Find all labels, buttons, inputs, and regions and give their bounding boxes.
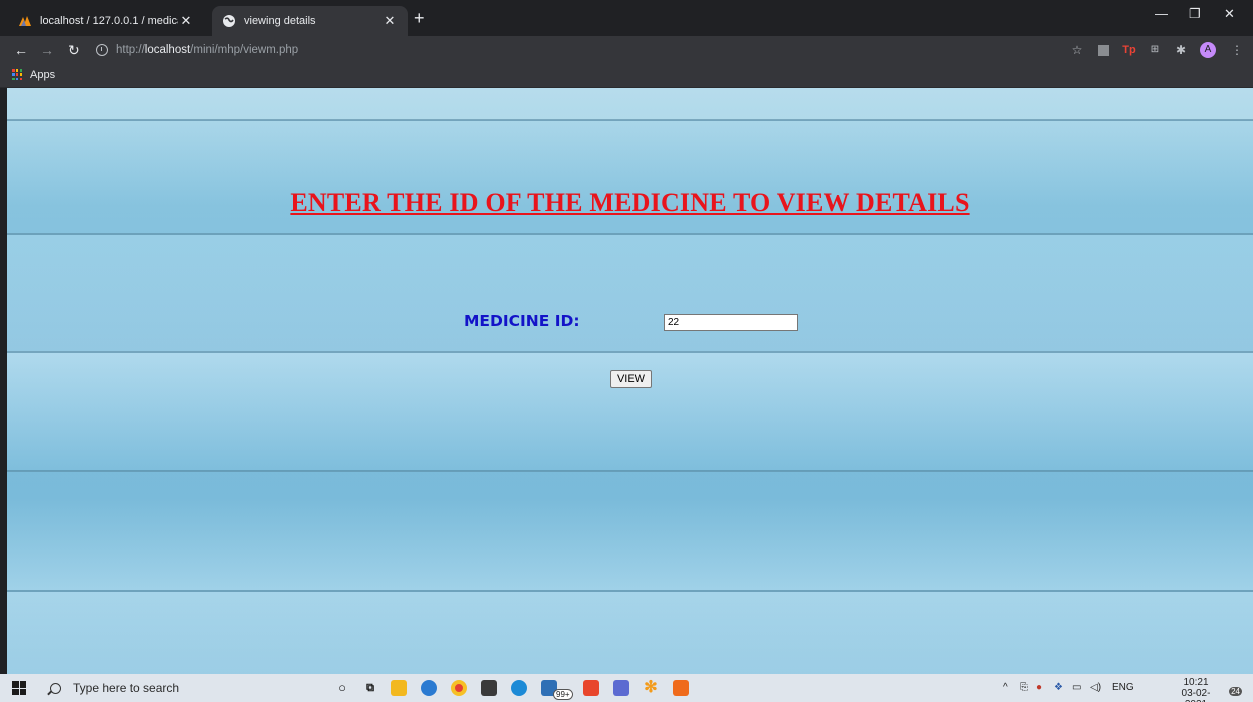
url-text: http://localhost/mini/mhp/viewm.php [116, 44, 299, 56]
minimize-icon[interactable]: — [1155, 6, 1168, 21]
plank-texture [7, 88, 1253, 120]
edge-icon[interactable] [511, 680, 527, 696]
taskbar-clock[interactable]: 10:21 03-02-2021 [1174, 677, 1218, 702]
bookmarks-bar: Apps [0, 64, 1253, 88]
file-explorer-icon[interactable] [391, 680, 407, 696]
apps-label: Apps [30, 69, 56, 81]
cortana-circle-icon[interactable]: ○ [334, 680, 350, 696]
tray-network-icon[interactable]: ⎘ [1020, 682, 1028, 693]
back-arrow-icon[interactable]: ← [14, 41, 28, 59]
snowflake-app-icon[interactable]: ✻ [643, 680, 659, 696]
taskbar-search-placeholder: Type here to search [73, 681, 180, 695]
extensions-puzzle-icon[interactable]: ✱ [1174, 43, 1188, 57]
search-icon [50, 682, 61, 694]
volume-icon[interactable]: ◁) [1090, 682, 1101, 693]
extension-media-icon[interactable]: ⊞ [1148, 43, 1162, 57]
tab-close-icon[interactable]: ✕ [382, 13, 398, 29]
forward-arrow-icon[interactable]: → [40, 41, 54, 59]
new-tab-plus-icon[interactable]: + [414, 9, 425, 27]
window-close-icon[interactable]: ✕ [1224, 6, 1235, 22]
xampp-icon[interactable] [673, 680, 689, 696]
browser-tab-strip: localhost / 127.0.0.1 / medical / ✕ view… [0, 0, 1253, 36]
tab-phpmyadmin[interactable]: localhost / 127.0.0.1 / medical / ✕ [8, 6, 204, 36]
windows-taskbar: Type here to search ○ ⧉ 99+ ✻ ^ ⎘ ● ❖ ▭ … [0, 674, 1253, 702]
clock-date: 03-02-2021 [1181, 688, 1211, 702]
chrome-icon[interactable] [451, 680, 467, 696]
medicine-id-input[interactable] [664, 314, 798, 331]
extension-tp-icon[interactable]: Tp [1122, 43, 1136, 57]
tray-expand-icon[interactable]: ^ [1003, 682, 1008, 693]
phpmyadmin-icon [19, 16, 31, 26]
battery-icon[interactable]: ▭ [1072, 682, 1081, 693]
tray-dropbox-icon[interactable]: ❖ [1054, 682, 1063, 693]
restore-icon[interactable]: ❐ [1189, 6, 1201, 22]
site-info-icon[interactable] [96, 44, 108, 56]
whatsapp-web-icon[interactable] [613, 680, 629, 696]
tab-viewing-details[interactable]: viewing details ✕ [212, 6, 408, 36]
bookmark-star-icon[interactable]: ☆ [1070, 43, 1084, 57]
view-button[interactable]: VIEW [610, 370, 652, 388]
more-menu-icon[interactable]: ⋮ [1230, 43, 1244, 57]
page-viewport: ENTER THE ID OF THE MEDICINE TO VIEW DET… [7, 88, 1253, 674]
apps-shortcut[interactable]: Apps [12, 69, 55, 81]
notification-badge: 24 [1229, 687, 1242, 696]
store-bag-icon[interactable] [481, 680, 497, 696]
tray-app-icon[interactable]: ● [1036, 682, 1042, 693]
globe-icon [223, 15, 235, 27]
safari-compass-icon[interactable] [421, 680, 437, 696]
tab-title: localhost / 127.0.0.1 / medical / [40, 15, 178, 27]
extension-reader-icon[interactable] [1098, 45, 1109, 56]
browser-toolbar: ← → ↻ http://localhost/mini/mhp/viewm.ph… [0, 36, 1253, 64]
medicine-id-label: MEDICINE ID: [464, 312, 580, 330]
page-title: ENTER THE ID OF THE MEDICINE TO VIEW DET… [290, 188, 970, 217]
tab-title: viewing details [244, 15, 316, 27]
tab-close-icon[interactable]: ✕ [178, 13, 194, 29]
profile-avatar[interactable]: A [1200, 42, 1216, 58]
taskbar-search-box[interactable]: Type here to search [40, 676, 300, 700]
notification-center-icon[interactable]: 24 [1222, 680, 1242, 696]
windows-start-icon[interactable] [12, 681, 26, 695]
address-bar[interactable]: http://localhost/mini/mhp/viewm.php [96, 39, 1056, 61]
store-badge: 99+ [553, 689, 573, 700]
task-view-icon[interactable]: ⧉ [362, 680, 378, 696]
language-indicator[interactable]: ENG [1112, 682, 1134, 693]
plank-texture [7, 235, 1253, 351]
office-icon[interactable] [583, 680, 599, 696]
apps-grid-icon [12, 69, 24, 81]
plank-texture [7, 592, 1253, 674]
reload-icon[interactable]: ↻ [68, 41, 80, 59]
plank-texture [7, 472, 1253, 590]
clock-time: 10:21 [1183, 677, 1209, 688]
